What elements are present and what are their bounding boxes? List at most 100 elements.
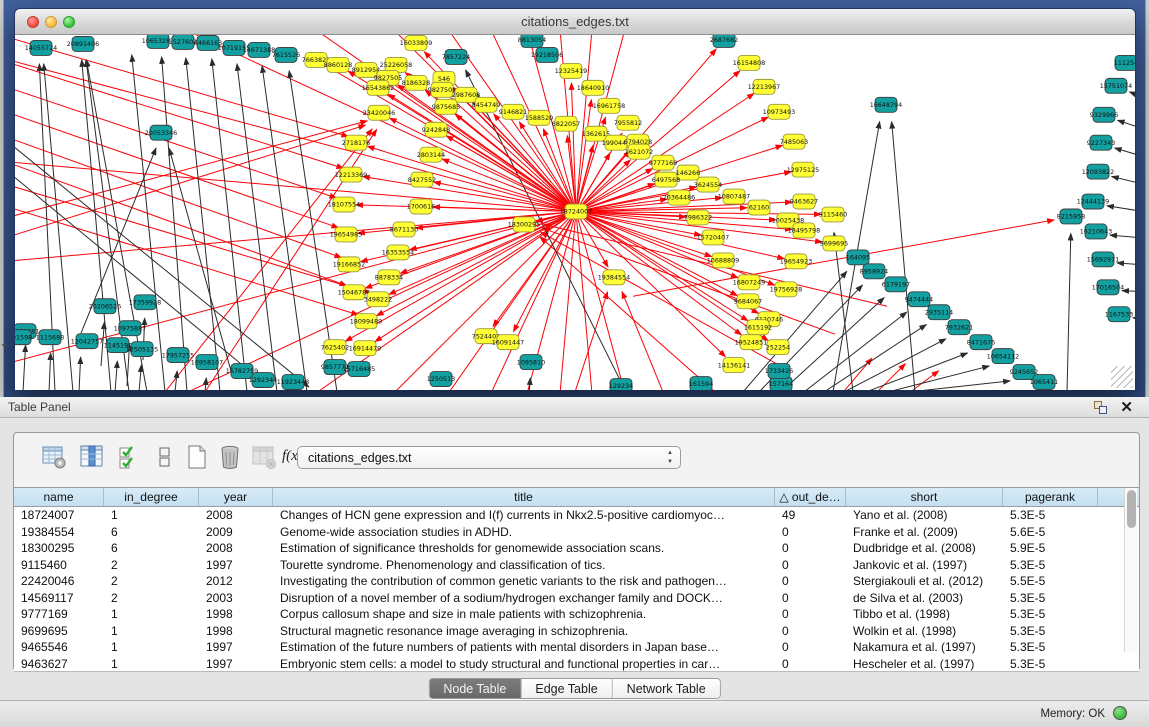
memory-status-indicator[interactable] xyxy=(1113,706,1127,720)
graph-node[interactable]: 9115460 xyxy=(819,207,847,222)
graph-node[interactable]: 6497568 xyxy=(652,172,680,187)
graph-node[interactable]: 15720407 xyxy=(697,230,729,245)
float-panel-icon[interactable] xyxy=(1094,401,1107,414)
table-row[interactable]: 946554611997Estimation of the future num… xyxy=(14,639,1139,656)
graph-node[interactable]: 8878334 xyxy=(375,270,403,285)
graph-node[interactable]: 1095810 xyxy=(517,355,545,370)
graph-node[interactable]: 8186328 xyxy=(402,75,430,90)
graph-node[interactable]: 2687682 xyxy=(710,35,738,47)
table-scrollbar-thumb[interactable] xyxy=(1127,490,1136,528)
table-row[interactable]: 1938455462009Genome-wide association stu… xyxy=(14,524,1139,541)
graph-node[interactable]: 20891406 xyxy=(67,36,99,51)
graph-node[interactable]: 8958924 xyxy=(860,264,888,279)
graph-node[interactable]: 1621072 xyxy=(625,144,653,159)
graph-node[interactable]: 15751074 xyxy=(1100,78,1132,93)
graph-node[interactable]: 9699695 xyxy=(820,236,848,251)
graph-node[interactable]: 8215958 xyxy=(1057,209,1085,224)
tab-network-table[interactable]: Network Table xyxy=(613,679,720,698)
graph-node[interactable]: 3498222 xyxy=(364,292,392,307)
graph-node[interactable]: 16154808 xyxy=(733,55,765,70)
graph-node[interactable]: 9329966 xyxy=(1090,107,1118,122)
table-row[interactable]: 2242004622012Investigating the contribut… xyxy=(14,573,1139,590)
graph-node[interactable]: 161594 xyxy=(689,377,713,390)
graph-node[interactable]: 17016504 xyxy=(1092,280,1124,295)
graph-node[interactable]: 14136141 xyxy=(718,358,750,373)
graph-node[interactable]: 8813054 xyxy=(518,35,546,47)
graph-node[interactable]: 10654112 xyxy=(987,349,1019,364)
panel-collapse-arrow-icon[interactable]: ◄ xyxy=(0,342,7,349)
graph-node[interactable]: 8671130 xyxy=(390,222,418,237)
graph-node[interactable]: 1588520 xyxy=(525,110,553,125)
show-columns-icon[interactable] xyxy=(79,444,105,470)
graph-node[interactable]: 3624554 xyxy=(694,177,722,192)
network-canvas[interactable]: 1603380976638228860128891295425226058982… xyxy=(15,35,1135,390)
graph-node[interactable]: 2718176 xyxy=(342,135,370,150)
graph-node[interactable]: 7485063 xyxy=(780,134,808,149)
graph-node[interactable]: 391598 xyxy=(15,330,32,345)
graph-node[interactable]: 16353554 xyxy=(382,245,414,260)
graph-node[interactable]: 1700616 xyxy=(407,199,435,214)
table-row[interactable]: 1456911722003Disruption of a novel membe… xyxy=(14,590,1139,607)
table-row[interactable]: 977716911998Corpus callosum shape and si… xyxy=(14,606,1139,623)
graph-node[interactable]: 9146821 xyxy=(499,104,527,119)
graph-node[interactable]: 7955812 xyxy=(614,115,642,130)
graph-node[interactable]: 9463627 xyxy=(790,194,818,209)
graph-node[interactable]: 19654923 xyxy=(780,254,812,269)
network-graph[interactable]: 1603380976638228860128891295425226058982… xyxy=(15,35,1135,390)
graph-node[interactable]: 16033809 xyxy=(400,35,432,50)
graph-node[interactable]: 9875685 xyxy=(432,99,460,114)
new-table-icon[interactable] xyxy=(184,444,210,470)
graph-node[interactable]: 62160 xyxy=(748,200,770,215)
tab-edge-table[interactable]: Edge Table xyxy=(521,679,612,698)
graph-node[interactable]: 8860128 xyxy=(324,57,352,72)
import-table-icon[interactable] xyxy=(251,444,277,470)
table-row[interactable]: 1830029562008Estimation of significance … xyxy=(14,540,1139,557)
tab-node-table[interactable]: Node Table xyxy=(429,679,521,698)
close-panel-icon[interactable]: ✕ xyxy=(1120,398,1133,416)
graph-node[interactable]: 16648794 xyxy=(870,97,902,112)
graph-node[interactable]: 12444139 xyxy=(1077,194,1109,209)
column-header-title[interactable]: title xyxy=(273,488,775,506)
graph-node[interactable]: 111254 xyxy=(1114,55,1135,70)
graph-node[interactable]: 7615526 xyxy=(272,47,300,62)
graph-node[interactable]: 8427552 xyxy=(408,172,436,187)
graph-node[interactable]: 18640910 xyxy=(577,80,609,95)
graph-node[interactable]: 8454749 xyxy=(472,97,500,112)
column-header-out_de[interactable]: △ out_de… xyxy=(775,488,846,506)
graph-node[interactable]: 16210643 xyxy=(1080,224,1112,239)
table-row[interactable]: 946362711997Embryonic stem cells: a mode… xyxy=(14,656,1139,673)
graph-node[interactable]: 12325419 xyxy=(555,63,587,78)
column-header-in_degree[interactable]: in_degree xyxy=(104,488,199,506)
graph-node[interactable]: 10958107 xyxy=(191,355,223,370)
graph-node[interactable]: 1065411 xyxy=(1030,375,1058,390)
table-selector-combobox[interactable]: citations_edges.txt ▲▼ xyxy=(297,446,681,469)
graph-node[interactable]: 9227343 xyxy=(1087,135,1115,150)
graph-node[interactable]: 10688809 xyxy=(707,253,739,268)
graph-node[interactable]: 16914479 xyxy=(349,341,381,356)
column-header-name[interactable]: name xyxy=(14,488,104,506)
graph-node[interactable]: 12213967 xyxy=(748,79,780,94)
graph-node[interactable]: 16961758 xyxy=(593,98,625,113)
graph-node[interactable]: 1292344 xyxy=(249,373,277,388)
column-header-year[interactable]: year xyxy=(199,488,273,506)
right-panel-edge[interactable] xyxy=(1145,0,1149,397)
graph-node[interactable]: 7625402 xyxy=(321,340,349,355)
graph-node[interactable]: 12213369 xyxy=(335,167,367,182)
graph-node[interactable]: 12042757 xyxy=(71,334,103,349)
graph-node[interactable]: 6822057 xyxy=(552,116,580,131)
graph-node[interactable]: 8471676 xyxy=(967,335,995,350)
graph-node[interactable]: 1167533 xyxy=(1105,307,1133,322)
select-rows-icon[interactable] xyxy=(117,444,143,470)
left-panel-edge[interactable] xyxy=(0,0,4,397)
graph-node[interactable]: 18099489 xyxy=(350,314,382,329)
graph-node[interactable]: 18107554 xyxy=(328,197,360,212)
table-scrollbar[interactable] xyxy=(1124,488,1137,652)
graph-node[interactable]: 2935114 xyxy=(925,305,953,320)
graph-node[interactable]: 6179197 xyxy=(882,277,910,292)
graph-node[interactable]: 1250513 xyxy=(427,372,455,387)
column-header-pagerank[interactable]: pagerank xyxy=(1003,488,1098,506)
graph-node[interactable]: 9684067 xyxy=(734,294,762,309)
graph-node[interactable]: 14055724 xyxy=(25,40,57,55)
graph-node[interactable]: 9474444 xyxy=(905,292,933,307)
graph-node[interactable]: 19654985 xyxy=(330,227,362,242)
